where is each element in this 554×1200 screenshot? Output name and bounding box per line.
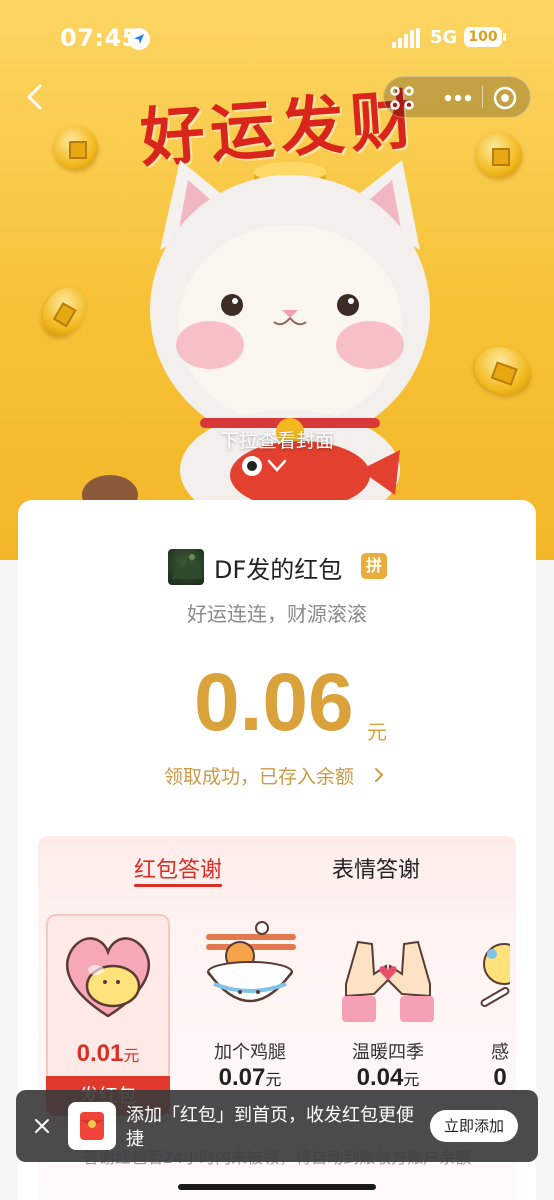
- tab-red-packet-thanks[interactable]: 红包答谢: [134, 852, 222, 884]
- close-icon[interactable]: [32, 1116, 52, 1136]
- hand-heart-sticker: [342, 940, 434, 1022]
- partial-sticker: [480, 943, 510, 1007]
- gold-coin-icon: [467, 339, 539, 403]
- network-label: 5G: [430, 27, 458, 48]
- location-arrow-icon: [128, 28, 150, 50]
- lucky-cat-illustration: [150, 160, 430, 510]
- chevron-down-icon: [267, 459, 287, 472]
- blessing-text: 好运连连，财源滚滚: [187, 602, 367, 626]
- sticker-name: 加个鸡腿: [214, 1042, 286, 1063]
- pin-badge: 拼: [361, 553, 387, 579]
- gold-coin-icon: [54, 126, 98, 170]
- claim-status-link[interactable]: 领取成功，已存入余额: [164, 762, 354, 789]
- signal-bars-icon: [392, 28, 420, 48]
- amount-unit: 元: [367, 720, 387, 744]
- sticker-price: 0.04元: [356, 1064, 420, 1091]
- pull-down-hint: 下拉查看封面: [219, 430, 334, 452]
- sticker-name: 感: [491, 1042, 509, 1063]
- capsule-divider: [482, 86, 483, 108]
- red-packet-app-icon: [68, 1102, 116, 1150]
- gold-coin-icon: [476, 132, 522, 178]
- active-tab-indicator: [134, 884, 222, 887]
- sticker-name: 温暖四季: [352, 1042, 424, 1063]
- home-indicator: [178, 1184, 376, 1190]
- sender-name: DF发的红包: [214, 556, 343, 584]
- add-now-button[interactable]: 立即添加: [430, 1110, 518, 1142]
- sticker-price: 0.07元: [218, 1064, 282, 1091]
- scan-icon[interactable]: [388, 84, 416, 112]
- more-dots-icon[interactable]: [440, 84, 476, 112]
- toast-message: 添加「红包」到首页，收发红包更便捷: [126, 1105, 414, 1150]
- amount-value: 0.06: [194, 657, 354, 748]
- status-bar: 07:45 5G 100: [0, 0, 554, 76]
- gold-coin-icon: [33, 279, 95, 345]
- sticker-price: 0: [493, 1064, 507, 1091]
- back-button[interactable]: [20, 82, 50, 112]
- battery-icon: 100: [464, 27, 506, 47]
- rice-bowl-drumstick-sticker: [206, 921, 296, 1003]
- target-circle-icon[interactable]: [490, 84, 520, 112]
- tab-emoji-thanks[interactable]: 表情答谢: [332, 852, 420, 884]
- sender-avatar[interactable]: [168, 549, 204, 585]
- sticker-price: 0.01元: [76, 1040, 140, 1067]
- heart-hug-sticker: [66, 937, 150, 1018]
- chevron-right-icon[interactable]: [372, 766, 386, 784]
